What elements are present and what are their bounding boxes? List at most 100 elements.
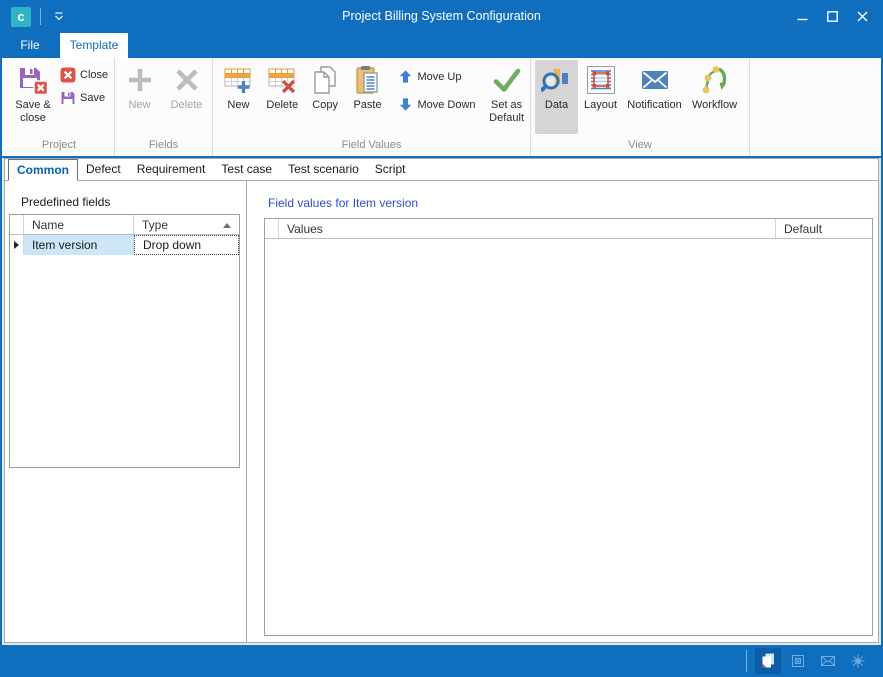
checkmark-icon (491, 64, 523, 96)
main-content: Common Defect Requirement Test case Test… (4, 158, 879, 643)
maximize-icon (827, 11, 838, 22)
close-window-button[interactable] (847, 0, 877, 33)
cell-name[interactable]: Item version (24, 235, 134, 255)
set-default-button[interactable]: Set as Default (483, 60, 530, 134)
view-workflow-label: Workflow (692, 99, 737, 112)
view-notification-button[interactable]: Notification (623, 60, 686, 134)
row-indicator (10, 235, 24, 255)
tab-test-case[interactable]: Test case (213, 159, 280, 180)
save-label: Save (80, 92, 105, 104)
minimize-icon (797, 11, 808, 22)
grid-indicator-header (265, 219, 279, 238)
tab-common[interactable]: Common (8, 159, 78, 181)
view-data-button[interactable]: Data (535, 60, 578, 134)
tab-defect[interactable]: Defect (78, 159, 129, 180)
move-down-label: Move Down (417, 99, 475, 111)
close-label: Close (80, 69, 108, 81)
save-close-button[interactable]: Save & close (9, 60, 57, 134)
value-new-button[interactable]: New (217, 60, 260, 134)
column-header-type-label: Type (142, 218, 168, 232)
tab-script[interactable]: Script (367, 159, 414, 180)
close-red-icon (60, 67, 76, 83)
statusbar-data-view-button[interactable] (755, 648, 781, 674)
sort-ascending-icon (223, 223, 231, 228)
maximize-button[interactable] (817, 0, 847, 33)
field-values-title: Field values for Item version (268, 196, 418, 210)
paste-button[interactable]: Paste (346, 60, 390, 134)
move-down-button[interactable]: Move Down (395, 95, 483, 114)
workflow-view-icon (699, 64, 731, 96)
predefined-fields-grid: Name Type Item version Drop down (9, 214, 240, 468)
copy-button[interactable]: Copy (305, 60, 346, 134)
value-delete-button[interactable]: Delete (260, 60, 305, 134)
envelope-icon (820, 653, 836, 669)
view-data-label: Data (545, 99, 568, 112)
ribbon-tab-row: File Template (2, 33, 881, 58)
copy-label: Copy (312, 99, 338, 112)
ribbon-group-fields: New Delete Fields (115, 58, 213, 156)
view-workflow-button[interactable]: Workflow (686, 60, 743, 134)
layout-box-icon (790, 653, 806, 669)
column-header-type[interactable]: Type (134, 215, 239, 234)
predefined-fields-title: Predefined fields (21, 195, 110, 209)
statusbar (2, 645, 881, 677)
statusbar-separator (746, 650, 747, 672)
fields-new-button: New (118, 60, 162, 134)
column-header-name[interactable]: Name (24, 215, 134, 234)
save-close-icon (17, 64, 49, 96)
table-new-icon (222, 64, 254, 96)
arrow-up-icon (398, 69, 413, 84)
group-label-project: Project (4, 138, 114, 156)
ribbon: Save & close Close (2, 58, 881, 158)
ribbon-tab-file[interactable]: File (8, 33, 52, 58)
statusbar-notification-view-button[interactable] (815, 648, 841, 674)
value-delete-label: Delete (266, 99, 298, 112)
fields-delete-button: Delete (164, 60, 210, 134)
group-label-field-values: Field Values (213, 138, 530, 156)
ribbon-group-project: Save & close Close (4, 58, 115, 156)
save-close-label: Save & close (9, 99, 57, 125)
cell-type[interactable]: Drop down (134, 235, 239, 255)
ribbon-tab-template[interactable]: Template (60, 33, 128, 58)
column-header-values[interactable]: Values (279, 219, 776, 238)
documents-icon (759, 652, 777, 670)
plus-disabled-icon (124, 64, 156, 96)
move-up-button[interactable]: Move Up (395, 67, 483, 86)
x-disabled-icon (171, 64, 203, 96)
tab-test-scenario[interactable]: Test scenario (280, 159, 367, 180)
grid-header-row: Name Type (10, 215, 239, 235)
group-label-view: View (531, 138, 749, 156)
value-new-label: New (227, 99, 249, 112)
ribbon-group-view: Data Layout (531, 58, 750, 156)
template-section-tabs: Common Defect Requirement Test case Test… (5, 159, 878, 181)
grid-header-row: Values Default (265, 219, 872, 239)
fields-delete-label: Delete (171, 99, 203, 112)
close-button[interactable]: Close (57, 65, 111, 85)
minimize-button[interactable] (787, 0, 817, 33)
save-icon (60, 90, 76, 106)
row-indicator-arrow-icon (14, 241, 19, 249)
statusbar-workflow-view-button[interactable] (845, 648, 871, 674)
set-default-label: Set as Default (483, 99, 530, 125)
window-title: Project Billing System Configuration (2, 0, 881, 33)
paste-icon (352, 64, 384, 96)
panel-splitter[interactable] (246, 181, 247, 642)
arrow-down-icon (398, 97, 413, 112)
view-layout-button[interactable]: Layout (578, 60, 623, 134)
move-up-label: Move Up (417, 71, 461, 83)
titlebar: c Project Billing System Configuration (2, 0, 881, 33)
field-values-grid: Values Default (264, 218, 873, 636)
save-button[interactable]: Save (57, 88, 111, 108)
group-label-fields: Fields (115, 138, 212, 156)
grid-row-item-version[interactable]: Item version Drop down (10, 235, 239, 255)
layout-view-icon (585, 64, 617, 96)
view-layout-label: Layout (584, 99, 617, 112)
column-header-default[interactable]: Default (776, 219, 872, 238)
statusbar-layout-view-button[interactable] (785, 648, 811, 674)
ribbon-group-field-values: New Delete (213, 58, 531, 156)
close-icon (857, 11, 868, 22)
paste-label: Paste (353, 99, 381, 112)
snowflake-icon (850, 653, 866, 669)
data-view-icon (541, 64, 573, 96)
tab-requirement[interactable]: Requirement (129, 159, 214, 180)
